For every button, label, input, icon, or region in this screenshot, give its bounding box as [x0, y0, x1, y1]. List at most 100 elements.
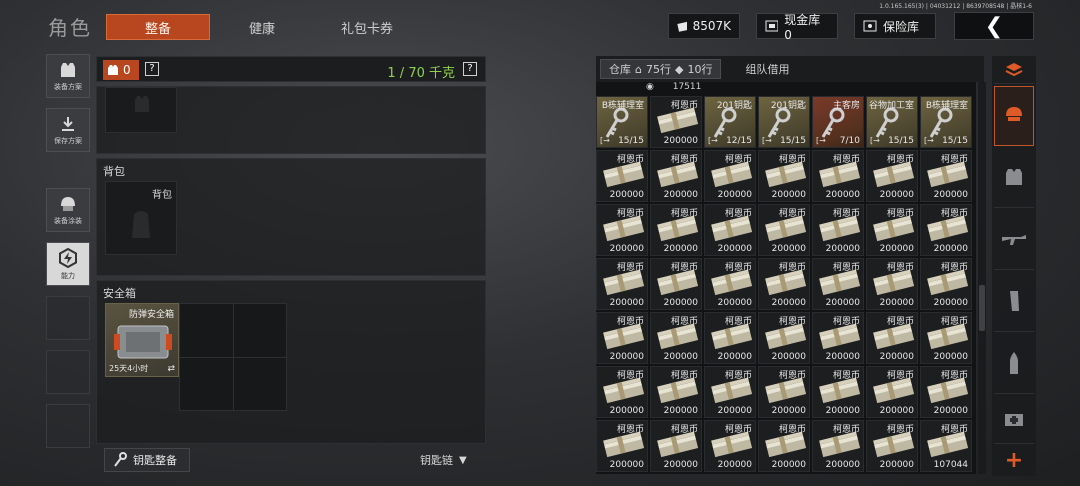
inventory-cell[interactable]: 柯恩币 200000	[920, 204, 972, 256]
inventory-cell[interactable]: 柯恩币 200000	[704, 420, 756, 472]
category-tab[interactable]	[994, 56, 1034, 84]
item-quantity: 7/10	[839, 136, 860, 146]
inventory-cell[interactable]: 柯恩币 200000	[596, 258, 648, 310]
warehouse-scrollbar[interactable]	[978, 82, 986, 474]
inventory-cell[interactable]: 柯恩币 200000	[920, 366, 972, 418]
inventory-cell[interactable]: 柯恩币 200000	[704, 150, 756, 202]
item-grid[interactable]: B栋辅理室 [→ 15/15 柯恩币 200000 201钥匙 [→ 12/15 201钥匙 [→…	[596, 96, 972, 472]
inventory-cell[interactable]: 主客房 [→ 7/10	[812, 96, 864, 148]
item-name: 柯恩币	[886, 371, 914, 381]
inventory-cell[interactable]: 柯恩币 200000	[866, 150, 918, 202]
inventory-cell[interactable]: 柯恩币 200000	[704, 258, 756, 310]
inventory-cell[interactable]: 柯恩币 200000	[650, 312, 702, 364]
item-quantity: 200000	[663, 460, 698, 470]
cash-vault-button[interactable]: 现金库 0	[756, 13, 838, 42]
inventory-cell[interactable]: 柯恩币 200000	[596, 420, 648, 472]
swap-icon[interactable]: ⇄	[167, 364, 175, 374]
inventory-cell[interactable]: 柯恩币 200000	[920, 312, 972, 364]
inventory-cell[interactable]: 柯恩币 200000	[866, 258, 918, 310]
inventory-cell[interactable]: 柯恩币 200000	[650, 366, 702, 418]
safe-box-item[interactable]: 防弹安全箱 25天4小时 ⇄	[105, 303, 179, 377]
inventory-cell[interactable]: 柯恩币 200000	[650, 204, 702, 256]
help-icon[interactable]: ?	[145, 62, 159, 76]
inventory-cell[interactable]: 谷物加工室 [→ 15/15	[866, 96, 918, 148]
inventory-cell[interactable]: 柯恩币 200000	[758, 420, 810, 472]
inventory-cell[interactable]: 201钥匙 [→ 15/15	[758, 96, 810, 148]
item-name: 柯恩币	[670, 317, 698, 327]
back-button[interactable]: ❮	[954, 12, 1034, 40]
item-name: 柯恩币	[670, 209, 698, 219]
tab-storage[interactable]: 仓库 ⌂ 75行 ◆ 10行	[600, 59, 722, 79]
inventory-cell[interactable]: 柯恩币 200000	[866, 366, 918, 418]
category-tab[interactable]	[994, 336, 1034, 394]
inventory-cell[interactable]: 柯恩币 200000	[758, 366, 810, 418]
category-tab[interactable]	[994, 212, 1034, 270]
inventory-cell[interactable]: 柯恩币 200000	[650, 150, 702, 202]
key-setup-button[interactable]: 钥匙整备	[104, 448, 190, 472]
inventory-cell[interactable]: B栋辅理室 [→ 15/15	[920, 96, 972, 148]
storage-rows: 75行	[645, 63, 671, 76]
add-button[interactable]: +	[994, 448, 1034, 473]
transfer-icon: [→	[600, 136, 610, 145]
inventory-cell[interactable]: 201钥匙 [→ 12/15	[704, 96, 756, 148]
inventory-cell[interactable]: 柯恩币 200000	[704, 366, 756, 418]
warehouse-grid[interactable]: ◉ 17511 B栋辅理室 [→ 15/15 柯恩币 200000 201钥匙 [→ 12/1…	[596, 82, 976, 474]
item-name: 柯恩币	[940, 371, 968, 381]
inventory-cell[interactable]: 柯恩币 200000	[866, 420, 918, 472]
tab-health[interactable]: 健康	[222, 14, 302, 40]
inventory-cell[interactable]: 柯恩币 200000	[812, 258, 864, 310]
inventory-cell[interactable]: 柯恩币 200000	[704, 204, 756, 256]
weight-help-icon[interactable]: ?	[463, 62, 477, 76]
save-plan-button[interactable]: 保存方案	[46, 108, 90, 152]
inventory-cell[interactable]: 柯恩币 107044	[920, 420, 972, 472]
tab-equipment[interactable]: 整备	[106, 14, 210, 40]
item-quantity: 200000	[663, 352, 698, 362]
inventory-cell[interactable]: 柯恩币 200000	[866, 204, 918, 256]
item-quantity: 200000	[879, 190, 914, 200]
inventory-cell[interactable]: 柯恩币 200000	[596, 150, 648, 202]
inventory-cell[interactable]: 柯恩币 200000	[866, 312, 918, 364]
safe-icon	[863, 20, 877, 32]
equipment-paint-button[interactable]: 装备涂装	[46, 188, 90, 232]
vault-icon	[765, 20, 779, 32]
inventory-cell[interactable]: 柯恩币 200000	[758, 312, 810, 364]
inventory-cell[interactable]: 柯恩币 200000	[758, 204, 810, 256]
inventory-cell[interactable]: 柯恩币 200000	[704, 312, 756, 364]
category-tab[interactable]	[994, 274, 1034, 332]
ability-button[interactable]: 能力	[46, 242, 90, 286]
item-quantity: 200000	[771, 460, 806, 470]
category-tab[interactable]	[994, 86, 1034, 146]
inventory-cell[interactable]: 柯恩币 200000	[812, 204, 864, 256]
loadout-plan-button[interactable]: 装备方案	[46, 54, 90, 98]
scrollbar-thumb[interactable]	[979, 285, 985, 331]
tab-team-borrow[interactable]: 组队借用	[725, 59, 809, 79]
inventory-cell[interactable]: 柯恩币 200000	[920, 258, 972, 310]
inventory-cell[interactable]: 柯恩币 200000	[812, 312, 864, 364]
tab-gift-cards[interactable]: 礼包卡券	[322, 14, 412, 40]
backpack-slot[interactable]: 背包	[105, 181, 177, 255]
item-name: 201钥匙	[716, 101, 752, 111]
key-chain-label: 钥匙链	[420, 454, 453, 467]
tag-rows: 10行	[687, 63, 713, 76]
inventory-cell[interactable]: B栋辅理室 [→ 15/15	[596, 96, 648, 148]
safe-vault-button[interactable]: 保险库	[854, 13, 936, 39]
armor-slot[interactable]	[105, 87, 177, 133]
inventory-cell[interactable]: 柯恩币 200000	[920, 150, 972, 202]
inventory-cell[interactable]: 柯恩币 200000	[650, 420, 702, 472]
inventory-cell[interactable]: 柯恩币 200000	[650, 96, 702, 148]
inventory-cell[interactable]: 柯恩币 200000	[812, 420, 864, 472]
inventory-cell[interactable]: 柯恩币 200000	[758, 150, 810, 202]
category-tab[interactable]	[994, 398, 1034, 444]
armor-count-badge: 0	[103, 60, 139, 80]
category-tab[interactable]	[994, 150, 1034, 208]
inventory-cell[interactable]: 柯恩币 200000	[596, 366, 648, 418]
safe-box-grid[interactable]	[179, 303, 287, 411]
inventory-cell[interactable]: 柯恩币 200000	[812, 150, 864, 202]
inventory-cell[interactable]: 柯恩币 200000	[758, 258, 810, 310]
key-chain-dropdown[interactable]: 钥匙链 ▼	[420, 452, 467, 468]
inventory-cell[interactable]: 柯恩币 200000	[812, 366, 864, 418]
item-name: 柯恩币	[832, 371, 860, 381]
inventory-cell[interactable]: 柯恩币 200000	[596, 312, 648, 364]
inventory-cell[interactable]: 柯恩币 200000	[596, 204, 648, 256]
inventory-cell[interactable]: 柯恩币 200000	[650, 258, 702, 310]
